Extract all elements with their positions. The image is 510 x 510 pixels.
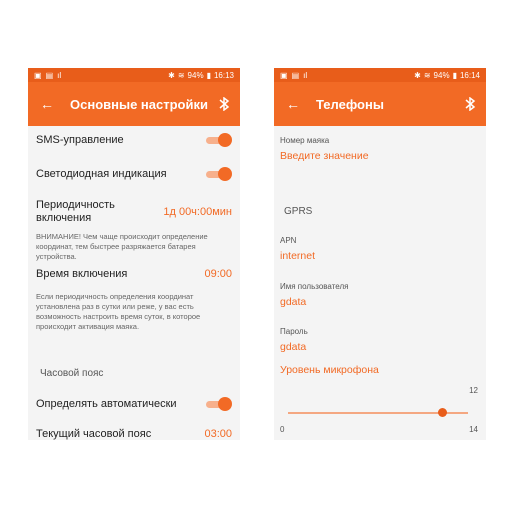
bluetooth-icon[interactable] xyxy=(464,97,476,111)
clock: 16:14 xyxy=(459,70,480,80)
settings-list: SMS-управление Светодиодная индикация Пе… xyxy=(28,126,240,440)
start-time-row[interactable]: Время включения 09:00 xyxy=(36,266,232,282)
wifi-icon: ≋ xyxy=(177,70,185,80)
activation-info: Если периодичность определения координат… xyxy=(36,292,201,331)
signal-icon: ıl xyxy=(303,70,308,80)
auto-timezone-row[interactable]: Определять автоматически xyxy=(36,396,232,412)
back-arrow-icon[interactable]: ← xyxy=(40,97,56,111)
start-time-value[interactable]: 09:00 xyxy=(204,268,232,280)
led-indication-toggle[interactable] xyxy=(206,167,232,181)
mic-level-min: 0 xyxy=(280,425,285,434)
status-bar: ▣ ▤ ıl ✱ ≋ 94% ▮ 16:13 xyxy=(28,68,240,82)
sms-control-toggle[interactable] xyxy=(206,133,232,147)
username-label: Имя пользователя xyxy=(280,282,349,291)
timezone-section-title: Часовой пояс xyxy=(40,368,104,379)
gprs-section-title: GPRS xyxy=(284,206,313,217)
apn-value[interactable]: internet xyxy=(280,250,315,262)
period-row[interactable]: Периодичность включения 1д 00ч:00мин xyxy=(36,198,232,226)
page-title: Основные настройки xyxy=(70,96,208,112)
sms-control-label: SMS-управление xyxy=(36,134,124,146)
status-bar: ▣ ▤ ıl ✱ ≋ 94% ▮ 16:14 xyxy=(274,68,486,82)
current-timezone-row[interactable]: Текущий часовой пояс 03:00 xyxy=(36,426,232,440)
bluetooth-status-icon: ✱ xyxy=(414,70,421,80)
period-label: Периодичность включения xyxy=(36,199,115,224)
period-value[interactable]: 1д 00ч:00мин xyxy=(163,206,232,218)
current-timezone-label: Текущий часовой пояс xyxy=(36,428,152,440)
password-value[interactable]: gdata xyxy=(280,341,306,353)
sms-control-row[interactable]: SMS-управление xyxy=(36,132,232,148)
app-bar: ← Основные настройки xyxy=(28,82,240,126)
auto-timezone-toggle[interactable] xyxy=(206,397,232,411)
right-screen: ▣ ▤ ıl ✱ ≋ 94% ▮ 16:14 ← Телефоны Номер … xyxy=(274,68,486,440)
app-bar: ← Телефоны xyxy=(274,82,486,126)
battery-icon: ▮ xyxy=(452,70,457,80)
battery-percent: 94% xyxy=(433,70,450,80)
mic-level-max: 14 xyxy=(469,425,478,434)
battery-warning: ВНИМАНИЕ! Чем чаще происходит определени… xyxy=(36,232,208,261)
apn-label: APN xyxy=(280,236,297,245)
back-arrow-icon[interactable]: ← xyxy=(286,97,302,111)
clock: 16:13 xyxy=(213,70,234,80)
photo-icon: ▣ xyxy=(34,70,42,80)
page-title: Телефоны xyxy=(316,96,384,112)
bluetooth-icon[interactable] xyxy=(218,97,230,111)
microphone-level-label: Уровень микрофона xyxy=(280,364,379,376)
username-value[interactable]: gdata xyxy=(280,296,306,308)
start-time-label: Время включения xyxy=(36,268,128,280)
auto-timezone-label: Определять автоматически xyxy=(36,398,177,410)
image-icon: ▤ xyxy=(45,70,54,80)
bluetooth-status-icon: ✱ xyxy=(168,70,175,80)
led-indication-row[interactable]: Светодиодная индикация xyxy=(36,166,232,182)
beacon-number-label: Номер маяка xyxy=(280,136,330,145)
image-icon: ▤ xyxy=(291,70,300,80)
beacon-number-input[interactable]: Введите значение xyxy=(280,150,369,162)
photo-icon: ▣ xyxy=(280,70,288,80)
mic-level-value: 12 xyxy=(469,386,478,395)
signal-icon: ıl xyxy=(57,70,62,80)
left-screen: ▣ ▤ ıl ✱ ≋ 94% ▮ 16:13 ← Основные настро… xyxy=(28,68,240,440)
led-indication-label: Светодиодная индикация xyxy=(36,168,167,180)
current-timezone-value[interactable]: 03:00 xyxy=(204,428,232,440)
wifi-icon: ≋ xyxy=(423,70,431,80)
battery-icon: ▮ xyxy=(206,70,211,80)
phones-settings: Номер маяка Введите значение GPRS APN in… xyxy=(274,126,486,440)
password-label: Пароль xyxy=(280,327,308,336)
battery-percent: 94% xyxy=(187,70,204,80)
mic-level-slider-thumb[interactable] xyxy=(437,408,447,417)
